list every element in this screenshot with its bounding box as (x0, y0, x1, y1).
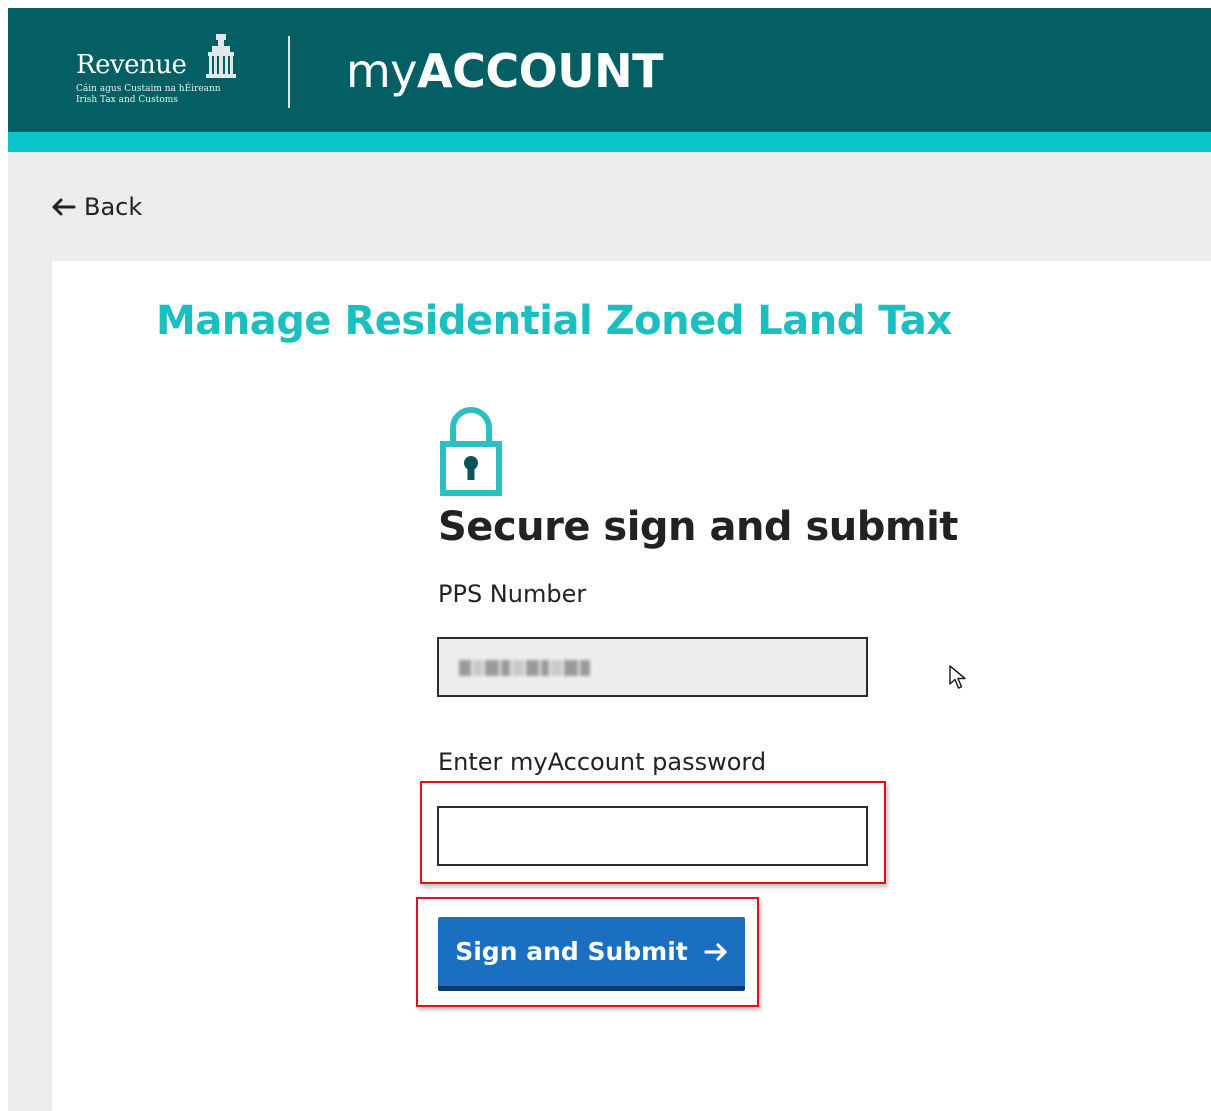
app-title: myACCOUNT (346, 44, 663, 98)
header-accent-bar (8, 132, 1211, 152)
app-title-account: ACCOUNT (417, 44, 663, 98)
section-title: Secure sign and submit (438, 504, 958, 550)
pps-number-label: PPS Number (438, 580, 587, 608)
logo-tagline-english: Irish Tax and Customs (76, 95, 178, 105)
logo-tagline-irish: Cáin agus Custaim na hÉireann (76, 84, 221, 94)
arrow-left-icon (52, 198, 76, 216)
lock-icon (440, 407, 502, 496)
pps-number-field (437, 637, 868, 697)
back-label: Back (84, 193, 143, 221)
mouse-pointer-icon (949, 665, 966, 689)
page: Revenue Cáin agus Custaim na hÉireann Ir… (0, 0, 1211, 1111)
arrow-right-icon (704, 942, 727, 961)
custom-house-icon (206, 34, 236, 78)
app-title-my: my (346, 44, 418, 98)
header-divider (288, 36, 290, 108)
sign-and-submit-button[interactable]: Sign and Submit (438, 917, 745, 991)
pps-number-redacted-value (459, 657, 609, 679)
revenue-logo[interactable]: Revenue Cáin agus Custaim na hÉireann Ir… (76, 34, 246, 114)
password-label: Enter myAccount password (438, 748, 767, 776)
submit-button-label: Sign and Submit (455, 937, 688, 966)
page-title: Manage Residential Zoned Land Tax (156, 298, 952, 344)
back-link[interactable]: Back (50, 190, 142, 224)
password-input[interactable] (437, 806, 868, 866)
logo-wordmark: Revenue (76, 50, 187, 80)
